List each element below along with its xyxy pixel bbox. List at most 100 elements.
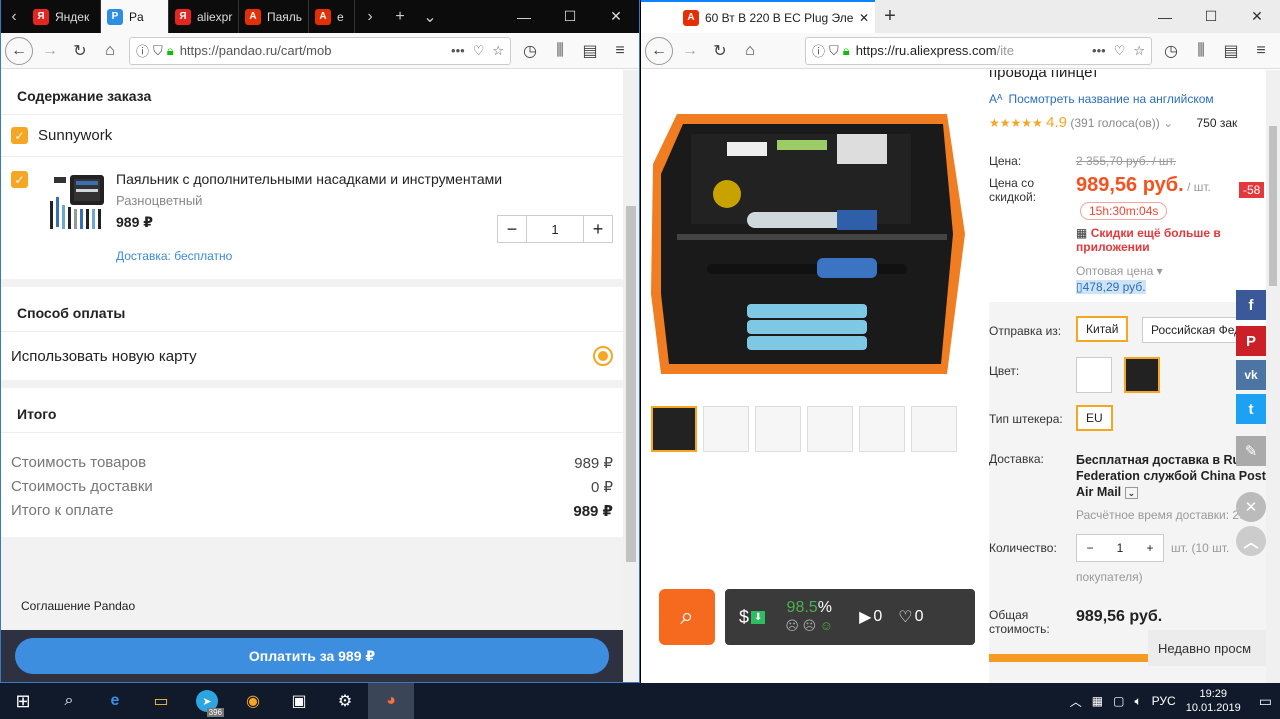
- votes-link[interactable]: (391 голоса(ов)): [1070, 116, 1159, 130]
- ship-from-china[interactable]: Китай: [1076, 316, 1129, 342]
- scrollbar-right[interactable]: [1266, 70, 1280, 683]
- app-promo[interactable]: ▦ Скидки ещё больше в приложении: [1076, 226, 1246, 254]
- minimize-icon[interactable]: —: [501, 0, 547, 33]
- translate-link[interactable]: Aᴬ Посмотреть название на английском: [989, 92, 1214, 106]
- tab-soldering[interactable]: A Паяль: [239, 0, 309, 33]
- url-bar[interactable]: ⓘ ⛉ 🔒︎ https://ru.aliexpress.com/ite •••…: [805, 36, 1152, 65]
- page-actions-icon[interactable]: •••: [451, 43, 465, 59]
- tab-pandao[interactable]: P Pa: [101, 0, 169, 33]
- tab-e[interactable]: Ae: [309, 0, 355, 33]
- payment-option-new-card[interactable]: Использовать новую карту: [1, 332, 639, 380]
- windows-start-icon[interactable]: ⊞: [0, 683, 46, 719]
- seller-checkbox[interactable]: ✓: [11, 127, 28, 144]
- buy-button-edge[interactable]: [989, 654, 1149, 662]
- telegram-icon[interactable]: ➤ 396: [184, 683, 230, 719]
- scrollbar-thumb[interactable]: [1269, 126, 1277, 286]
- tray-chevron-up-icon[interactable]: ︿: [1070, 693, 1082, 710]
- search-icon[interactable]: ⌕: [46, 683, 92, 719]
- tab-close-icon[interactable]: ✕: [859, 11, 869, 25]
- item-thumbnail[interactable]: [46, 171, 106, 231]
- settings-gear-icon[interactable]: ⚙: [322, 683, 368, 719]
- sidebar-icon[interactable]: ▤: [575, 36, 605, 66]
- wholesale-link[interactable]: Оптовая цена ▾: [1076, 264, 1163, 278]
- twitter-icon[interactable]: t: [1236, 394, 1266, 424]
- firefox-icon[interactable]: ◕: [368, 683, 414, 719]
- bookmark-star-icon[interactable]: ☆: [1133, 43, 1145, 59]
- reload-icon[interactable]: ↻: [65, 36, 95, 66]
- qty-plus-button[interactable]: +: [1137, 535, 1163, 561]
- tab-yandex[interactable]: Я Яндек: [27, 0, 101, 33]
- close-share-icon[interactable]: ✕: [1236, 492, 1266, 522]
- home-icon[interactable]: ⌂: [735, 36, 765, 66]
- tab-list-chevron-down-icon[interactable]: ⌄: [415, 0, 445, 33]
- pay-button[interactable]: Оплатить за 989 ₽: [15, 638, 609, 674]
- chevron-down-icon[interactable]: ⌄: [1163, 116, 1173, 130]
- input-language[interactable]: РУС: [1152, 694, 1176, 708]
- history-clock-icon[interactable]: ◷: [1156, 36, 1186, 66]
- maximize-icon[interactable]: ☐: [547, 0, 593, 33]
- info-icon[interactable]: ⓘ: [136, 41, 149, 60]
- footer-link-pandao[interactable]: Соглашение Pandao: [21, 591, 619, 621]
- qty-minus-button[interactable]: −: [1077, 535, 1103, 561]
- volume-icon[interactable]: 🔈︎: [1134, 694, 1141, 709]
- quantity-minus-button[interactable]: −: [498, 216, 526, 242]
- network-icon[interactable]: ▦: [1092, 694, 1103, 708]
- reload-icon[interactable]: ↻: [705, 36, 735, 66]
- color-option-kit[interactable]: [1124, 357, 1160, 393]
- heart-icon[interactable]: ♡: [898, 607, 912, 627]
- library-icon[interactable]: ⫼: [545, 36, 575, 66]
- close-icon[interactable]: ✕: [593, 0, 639, 33]
- item-name[interactable]: Паяльник с дополнительными насадками и и…: [116, 171, 502, 187]
- forward-arrow-icon[interactable]: →: [675, 36, 705, 66]
- history-clock-icon[interactable]: ◷: [515, 36, 545, 66]
- quantity-plus-button[interactable]: +: [584, 216, 612, 242]
- tab-aliexpress-search[interactable]: Яaliexpr: [169, 0, 239, 33]
- scroll-top-icon[interactable]: ︿: [1236, 526, 1266, 556]
- new-tab-plus-icon[interactable]: +: [875, 0, 905, 33]
- edge-icon[interactable]: e: [92, 683, 138, 719]
- download-icon[interactable]: ⬇: [751, 610, 766, 624]
- thumbnail[interactable]: [911, 406, 957, 452]
- library-icon[interactable]: ⫼: [1186, 36, 1216, 66]
- app-window-icon[interactable]: ▣: [276, 683, 322, 719]
- back-arrow-icon[interactable]: ←: [5, 36, 33, 65]
- new-tab-plus-icon[interactable]: +: [385, 0, 415, 33]
- pocket-icon[interactable]: ♡: [1114, 43, 1126, 59]
- thumbnail[interactable]: [859, 406, 905, 452]
- chevron-down-icon[interactable]: ⌄: [1124, 487, 1139, 499]
- pocket-icon[interactable]: ♡: [473, 43, 485, 59]
- product-main-image[interactable]: [647, 94, 971, 404]
- close-icon[interactable]: ✕: [1234, 0, 1280, 33]
- tab-aliexpress-product[interactable]: A 60 Вт В 220 В EC Plug Электрич ✕: [641, 0, 875, 33]
- bookmark-star-icon[interactable]: ☆: [492, 43, 504, 59]
- plug-option-eu[interactable]: EU: [1076, 405, 1113, 431]
- tab-scroll-left-button[interactable]: ‹: [1, 0, 27, 33]
- back-arrow-icon[interactable]: ←: [645, 36, 673, 65]
- maximize-icon[interactable]: ☐: [1188, 0, 1234, 33]
- forward-arrow-icon[interactable]: →: [35, 36, 65, 66]
- minimize-icon[interactable]: —: [1142, 0, 1188, 33]
- info-icon[interactable]: ⓘ: [812, 41, 825, 60]
- page-actions-icon[interactable]: •••: [1092, 43, 1106, 59]
- shield-icon[interactable]: ⛉: [829, 43, 839, 59]
- shield-icon[interactable]: ⛉: [153, 43, 163, 59]
- image-search-button[interactable]: ⌕: [659, 589, 715, 645]
- file-explorer-icon[interactable]: ▭: [138, 683, 184, 719]
- sidebar-icon[interactable]: ▤: [1216, 36, 1246, 66]
- qty-value[interactable]: 1: [1103, 535, 1137, 561]
- scrollbar-thumb[interactable]: [626, 206, 636, 562]
- pinterest-icon[interactable]: P: [1236, 326, 1266, 356]
- url-bar[interactable]: ⓘ ⛉ 🔒︎ https://pandao.ru/cart/mob ••• ♡ ☆: [129, 36, 511, 65]
- pencil-edit-icon[interactable]: ✎: [1236, 436, 1266, 466]
- facebook-icon[interactable]: f: [1236, 290, 1266, 320]
- vk-icon[interactable]: vk: [1236, 360, 1266, 390]
- menu-hamburger-icon[interactable]: ≡: [1246, 36, 1276, 66]
- clock[interactable]: 19:29 10.01.2019: [1186, 687, 1241, 715]
- menu-hamburger-icon[interactable]: ≡: [605, 36, 635, 66]
- thumbnail[interactable]: [807, 406, 853, 452]
- item-checkbox[interactable]: ✓: [11, 171, 28, 188]
- tab-scroll-right-button[interactable]: ›: [355, 0, 385, 33]
- recently-viewed-tab[interactable]: Недавно просм: [1148, 630, 1280, 666]
- quantity-value[interactable]: 1: [526, 216, 584, 242]
- play-icon[interactable]: ▶: [859, 607, 871, 627]
